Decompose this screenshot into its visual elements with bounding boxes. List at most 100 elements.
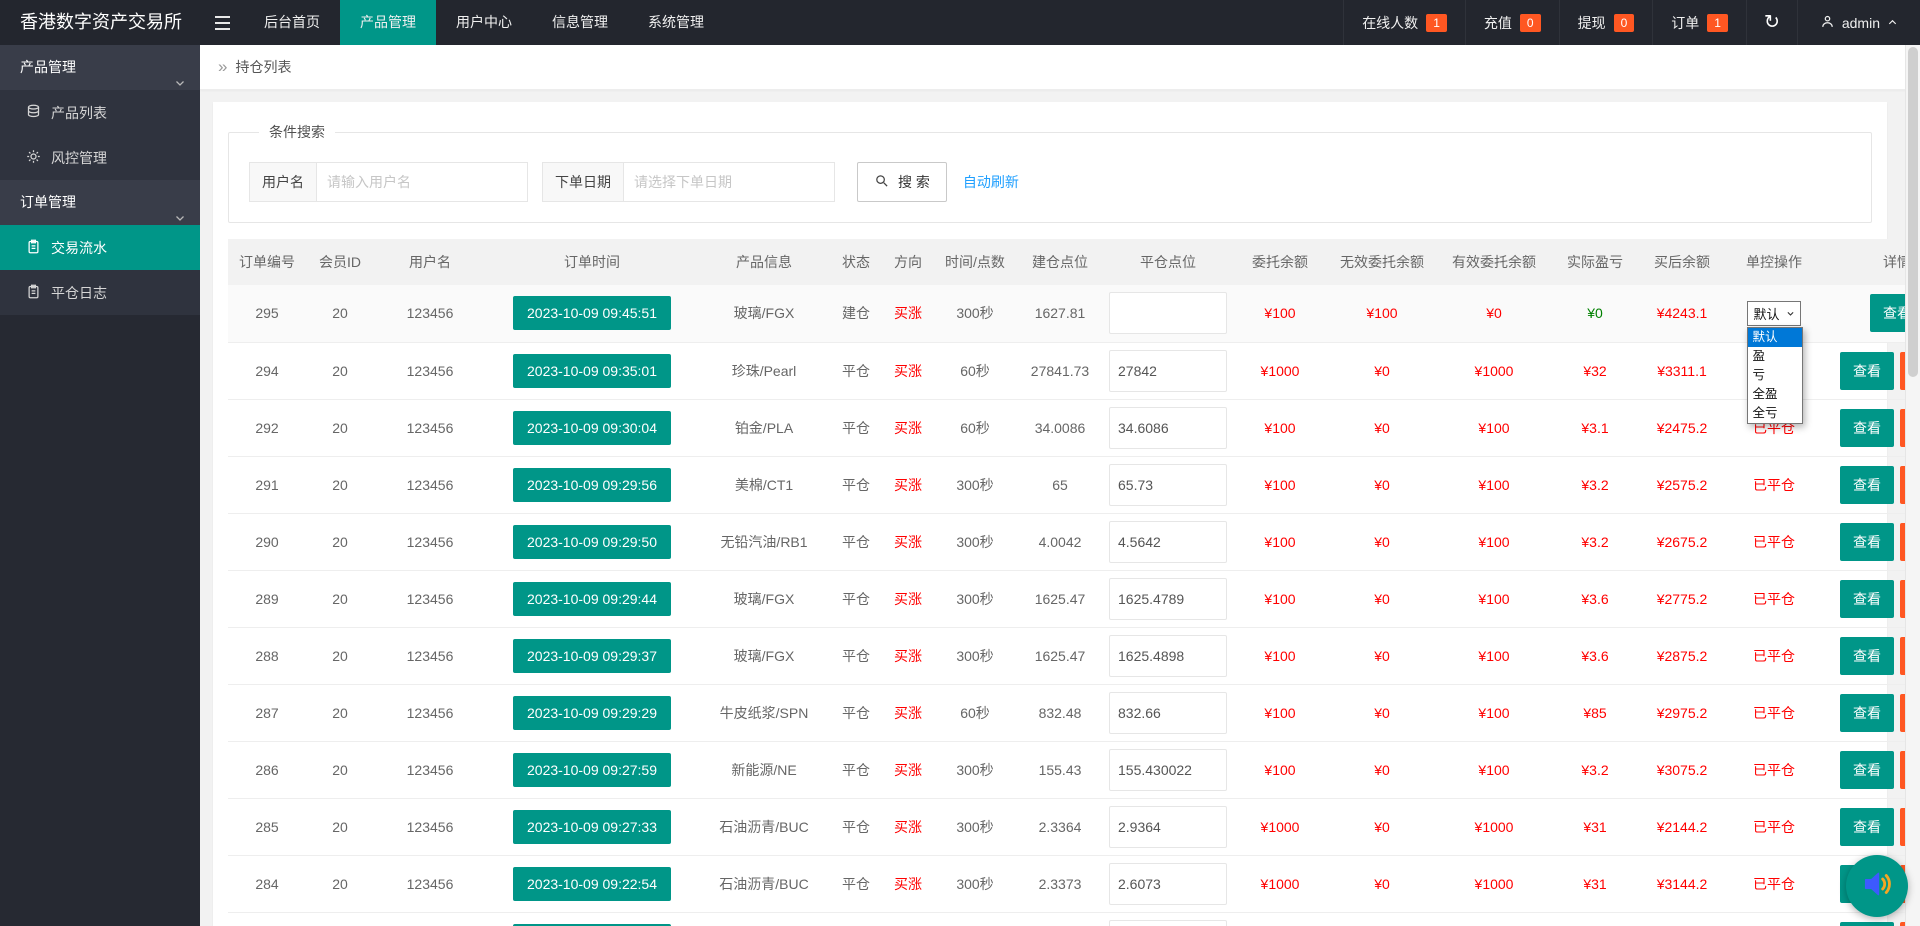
topbar-stat[interactable]: 订单 1: [1652, 0, 1746, 45]
cell-open-point: 2.3364: [1016, 798, 1104, 856]
view-button[interactable]: 查看: [1840, 693, 1894, 732]
view-button[interactable]: 查看: [1840, 579, 1894, 618]
sidebar: 产品管理 产品列表风控管理订单管理 交易流水 平仓日志: [0, 45, 200, 926]
cell-direction: 买涨: [882, 684, 934, 742]
cell-member-id: 20: [306, 912, 374, 926]
cell-profit: ¥0: [1552, 285, 1638, 343]
money-value: ¥0: [1374, 590, 1390, 607]
cell-balance: ¥2875.2: [1638, 627, 1726, 685]
cell-status: 平仓: [830, 570, 882, 628]
cell-open-point: 4.0042: [1016, 513, 1104, 571]
dropdown-option[interactable]: 盈: [1748, 346, 1803, 366]
close-point-input[interactable]: [1109, 919, 1227, 926]
cell-valid-entrust: ¥0: [1436, 285, 1552, 343]
cell-username: 123456: [374, 684, 486, 742]
column-header: 会员ID: [306, 239, 374, 285]
search-button[interactable]: 搜 索: [857, 162, 947, 202]
view-button[interactable]: 查看: [1840, 351, 1894, 390]
cell-control: 已平仓: [1726, 741, 1822, 799]
cell-product: 石油沥青/BUC: [698, 855, 830, 913]
profit-value: ¥3.2: [1581, 533, 1609, 550]
user-menu[interactable]: admin: [1796, 0, 1920, 45]
topbar-menu-item[interactable]: 后台首页: [244, 0, 340, 45]
cell-username: 123456: [374, 912, 486, 926]
cell-product: 珍珠/Pearl: [698, 342, 830, 400]
topbar-menu-item[interactable]: 产品管理: [340, 0, 436, 45]
close-point-input[interactable]: [1109, 520, 1227, 563]
view-button[interactable]: 查看: [1840, 750, 1894, 789]
breadcrumb-arrow-icon: »: [218, 57, 228, 76]
cell-control: 已平仓: [1726, 684, 1822, 742]
sidebar-group-订单管理[interactable]: 订单管理: [0, 180, 200, 225]
cell-entrust: ¥1000: [1232, 855, 1328, 913]
cell-status: 平仓: [830, 399, 882, 457]
cell-status: 平仓: [830, 342, 882, 400]
sidebar-item-风控管理[interactable]: 风控管理: [0, 135, 200, 180]
cell-open-point: 34.0086: [1016, 399, 1104, 457]
view-button[interactable]: 查看: [1840, 807, 1894, 846]
close-point-input[interactable]: [1109, 805, 1227, 848]
cell-invalid-entrust: ¥0: [1328, 912, 1436, 926]
money-value: ¥0: [1374, 362, 1390, 379]
vertical-scrollbar[interactable]: [1905, 45, 1920, 926]
table-row: 288 20 123456 2023-10-09 09:29:37 玻璃/FGX 平仓 买涨…: [228, 627, 1920, 685]
topbar-stat[interactable]: 充值 0: [1464, 0, 1559, 45]
cell-entrust: ¥100: [1232, 912, 1328, 926]
dropdown-option[interactable]: 亏: [1748, 365, 1803, 385]
close-point-input[interactable]: [1109, 862, 1227, 905]
close-point-input[interactable]: [1109, 691, 1227, 734]
cell-username: 123456: [374, 399, 486, 457]
cell-username: 123456: [374, 456, 486, 514]
close-point-input[interactable]: [1109, 349, 1227, 392]
column-header: 方向: [882, 239, 934, 285]
dropdown-option[interactable]: 全盈: [1748, 384, 1803, 404]
table-row: 292 20 123456 2023-10-09 09:30:04 铂金/PLA 平仓 买涨…: [228, 399, 1920, 457]
cell-control: 已平仓: [1726, 627, 1822, 685]
direction-value: 买涨: [894, 647, 922, 664]
cell-order-time: 2023-10-09 09:29:50: [486, 513, 698, 571]
close-point-input[interactable]: [1109, 748, 1227, 791]
order-time-badge: 2023-10-09 09:30:04: [513, 410, 671, 445]
scrollbar-thumb[interactable]: [1908, 47, 1918, 377]
view-button[interactable]: 查看: [1840, 636, 1894, 675]
user-icon: [1820, 14, 1835, 32]
close-point-input[interactable]: [1109, 577, 1227, 620]
sidebar-item-平仓日志[interactable]: 平仓日志: [0, 270, 200, 315]
topbar-menu-item[interactable]: 系统管理: [628, 0, 724, 45]
view-button[interactable]: 查看: [1840, 408, 1894, 447]
view-button[interactable]: 查看: [1840, 522, 1894, 561]
view-button[interactable]: 查看: [1840, 921, 1894, 926]
order-date-input[interactable]: [623, 162, 835, 202]
close-point-input[interactable]: [1109, 406, 1227, 449]
auto-refresh-link[interactable]: 自动刷新: [963, 172, 1019, 192]
username-input[interactable]: [316, 162, 528, 202]
dropdown-option[interactable]: 默认: [1748, 327, 1803, 347]
control-select[interactable]: 默认: [1747, 300, 1801, 326]
money-value: ¥1000: [1474, 818, 1514, 835]
profit-value: ¥32: [1583, 362, 1607, 379]
topbar-menu-item[interactable]: 信息管理: [532, 0, 628, 45]
cell-member-id: 20: [306, 456, 374, 514]
topbar-stat[interactable]: 在线人数 1: [1343, 0, 1465, 45]
money-value: ¥100: [1264, 704, 1296, 721]
close-point-input[interactable]: [1109, 634, 1227, 677]
refresh-button[interactable]: ↻: [1745, 0, 1797, 45]
dropdown-option[interactable]: 全亏: [1748, 403, 1803, 423]
hamburger-menu-icon[interactable]: [200, 0, 244, 45]
sidebar-item-label: 风控管理: [51, 149, 107, 166]
close-point-input[interactable]: [1109, 292, 1227, 335]
topbar-stat[interactable]: 提现 0: [1558, 0, 1653, 45]
control-status: 已平仓: [1753, 704, 1795, 721]
money-value: ¥1000: [1260, 818, 1300, 835]
table-row: 286 20 123456 2023-10-09 09:27:59 新能源/NE 平仓 买涨…: [228, 741, 1920, 799]
view-button[interactable]: 查看: [1840, 465, 1894, 504]
sidebar-item-交易流水[interactable]: 交易流水: [0, 225, 200, 270]
order-time-badge: 2023-10-09 09:29:50: [513, 524, 671, 559]
cell-direction: 买涨: [882, 513, 934, 571]
cell-product: 铂金/PLA: [698, 399, 830, 457]
sidebar-item-产品列表[interactable]: 产品列表: [0, 90, 200, 135]
topbar-menu-item[interactable]: 用户中心: [436, 0, 532, 45]
sidebar-group-产品管理[interactable]: 产品管理: [0, 45, 200, 90]
audio-notification-button[interactable]: [1846, 855, 1908, 917]
close-point-input[interactable]: [1109, 463, 1227, 506]
